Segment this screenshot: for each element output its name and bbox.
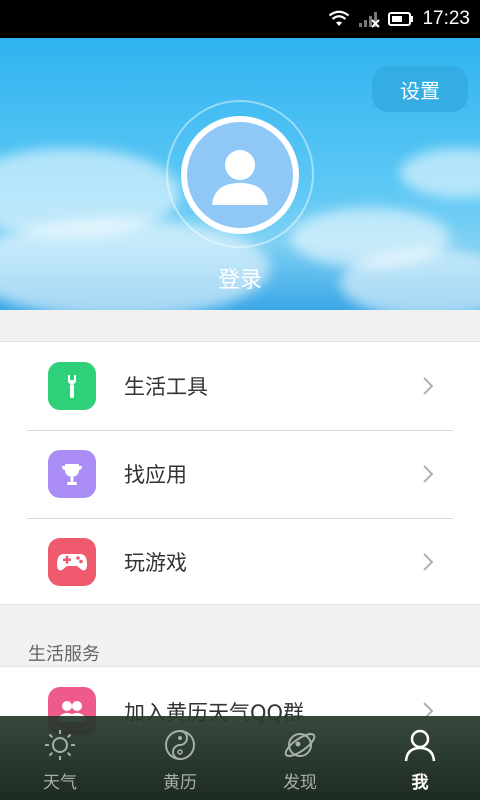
menu-item-play-games[interactable]: 玩游戏 [0,518,480,606]
user-silhouette-icon [212,150,268,205]
avatar[interactable] [181,116,299,234]
trophy-icon [48,450,96,498]
menu-item-label: 玩游戏 [124,551,187,575]
section-title-services: 生活服务 [28,644,100,665]
menu-item-label: 找应用 [124,463,187,487]
nav-tab-weather[interactable]: 天气 [0,716,120,800]
person-icon [404,729,436,762]
battery-icon [388,11,414,27]
nav-label: 天气 [43,773,77,793]
menu-item-find-apps[interactable]: 找应用 [0,430,480,518]
sun-icon [45,730,75,760]
nav-label: 发现 [283,773,317,793]
chevron-right-icon [422,464,434,488]
status-time: 17:23 [422,8,470,29]
settings-button[interactable]: 设置 [372,66,468,112]
menu-item-life-tools[interactable]: 生活工具 [0,342,480,430]
menu-item-label: 生活工具 [124,375,208,399]
bottom-nav: 天气 黄历 发现 我 [0,716,480,800]
yin-yang-icon [165,730,195,760]
nav-label: 我 [411,773,429,793]
login-link[interactable]: 登录 [0,262,480,294]
wifi-icon [328,10,350,28]
signal-icon [358,10,381,28]
nav-tab-almanac[interactable]: 黄历 [120,716,240,800]
menu-card: 生活工具 找应用 玩游戏 [0,341,480,605]
nav-tab-me[interactable]: 我 [360,716,480,800]
nav-label: 黄历 [163,773,197,793]
chevron-right-icon [422,376,434,400]
gamepad-icon [48,538,96,586]
nav-tab-discover[interactable]: 发现 [240,716,360,800]
profile-header: 设置 登录 [0,38,480,310]
chevron-right-icon [422,552,434,576]
status-bar: 17:23 [0,0,480,38]
wrench-icon [48,362,96,410]
planet-icon [284,733,316,757]
